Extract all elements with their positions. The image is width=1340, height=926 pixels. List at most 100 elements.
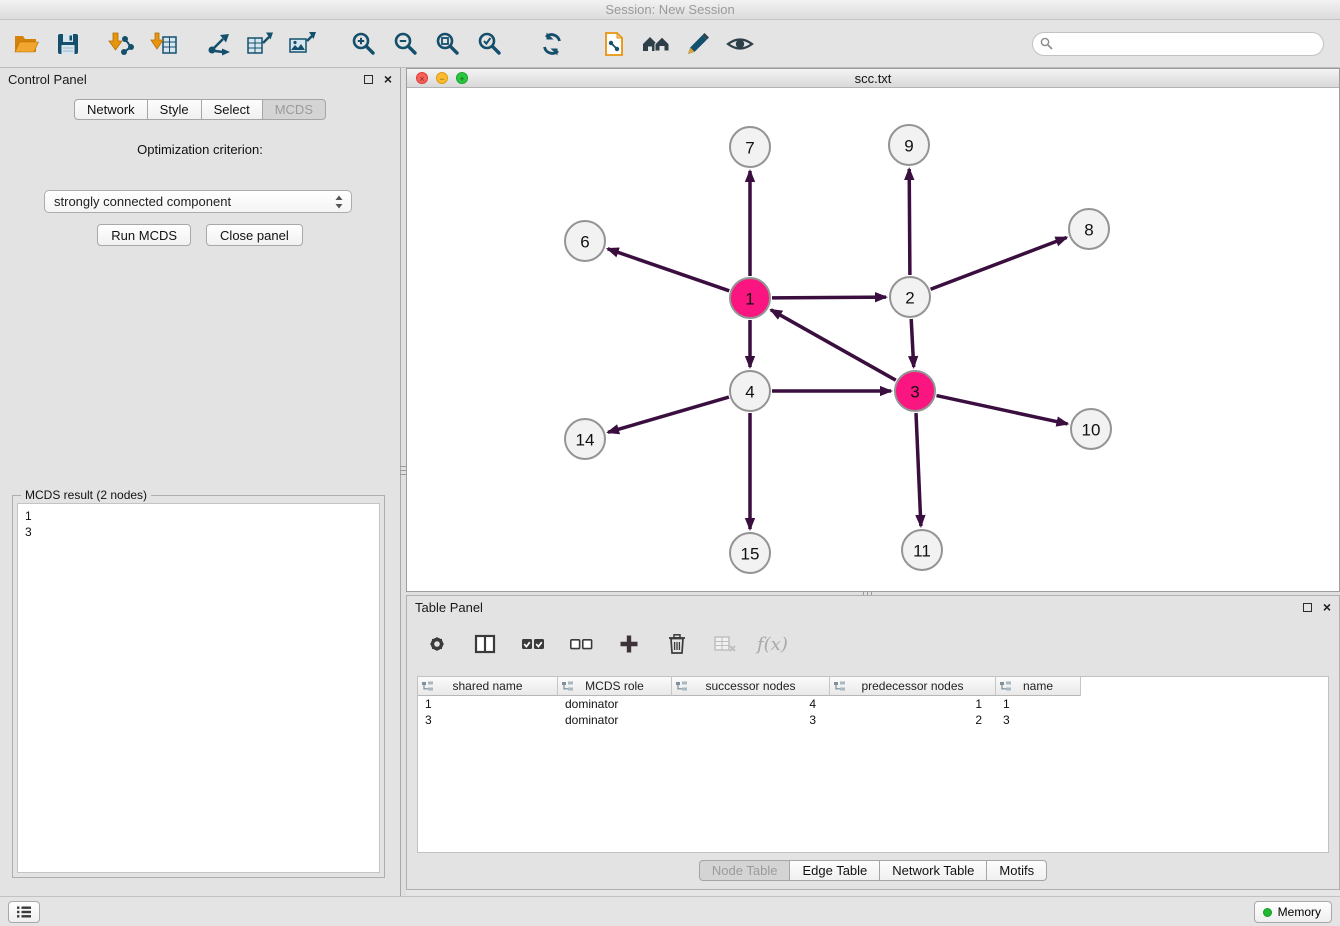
close-table-panel-icon[interactable]: × xyxy=(1323,600,1331,614)
new-network-from-selection-button[interactable] xyxy=(598,27,630,61)
search-input[interactable] xyxy=(1032,32,1324,56)
table-cell: dominator xyxy=(558,696,672,712)
tab-mcds[interactable]: MCDS xyxy=(263,99,326,120)
column-header-MCDS-role[interactable]: MCDS role xyxy=(558,677,672,696)
table-cell: 3 xyxy=(672,712,830,728)
graph-node-label-4: 4 xyxy=(745,383,754,402)
graph-edge-3-11[interactable] xyxy=(916,413,921,526)
tab-style[interactable]: Style xyxy=(148,99,202,120)
mcds-result-text[interactable]: 13 xyxy=(17,503,380,873)
task-history-button[interactable] xyxy=(8,901,40,923)
zoom-in-icon xyxy=(351,31,377,57)
table-body: 1dominator4113dominator323 xyxy=(418,696,1328,728)
save-session-button[interactable] xyxy=(52,27,84,61)
table-panel: Table Panel × xyxy=(406,595,1340,890)
column-header-label: name xyxy=(1023,679,1053,693)
close-panel-button[interactable]: Close panel xyxy=(206,224,303,246)
save-icon xyxy=(55,31,81,57)
zoom-fit-icon xyxy=(435,31,461,57)
select-arrows-icon xyxy=(334,194,344,210)
delete-table-disabled-icon xyxy=(712,632,738,656)
float-panel-icon[interactable] xyxy=(364,75,373,84)
show-graphics-details-button[interactable] xyxy=(724,27,756,61)
close-window-icon[interactable]: × xyxy=(416,72,428,84)
export-network-button[interactable] xyxy=(202,27,234,61)
table-row[interactable]: 3dominator323 xyxy=(418,712,1328,728)
import-table-button[interactable] xyxy=(148,27,180,61)
graph-edge-2-8[interactable] xyxy=(931,238,1067,290)
column-header-successor-nodes[interactable]: successor nodes xyxy=(672,677,830,696)
tab-node-table[interactable]: Node Table xyxy=(699,860,791,881)
column-header-label: shared name xyxy=(452,679,522,693)
create-column-button[interactable] xyxy=(613,627,645,661)
table-cell: 3 xyxy=(996,712,1081,728)
control-panel-title: Control Panel xyxy=(8,72,87,87)
table-panel-header: Table Panel × xyxy=(407,596,1339,620)
zoom-selected-button[interactable] xyxy=(474,27,506,61)
zoom-fit-button[interactable] xyxy=(432,27,464,61)
table-tabs: Node Table Edge Table Network Table Moti… xyxy=(407,860,1339,881)
open-folder-icon xyxy=(12,31,40,57)
maximize-window-icon[interactable]: + xyxy=(456,72,468,84)
column-type-icon xyxy=(676,681,687,695)
export-table-icon xyxy=(246,31,274,57)
tab-motifs[interactable]: Motifs xyxy=(987,860,1047,881)
graph-edge-1-6[interactable] xyxy=(608,249,730,291)
control-panel-tabs: Network Style Select MCDS xyxy=(0,99,400,120)
table-panel-title: Table Panel xyxy=(415,600,483,615)
tab-edge-table[interactable]: Edge Table xyxy=(790,860,880,881)
home-icon xyxy=(641,31,671,57)
graph-edge-2-3[interactable] xyxy=(911,319,914,367)
apply-layout-button[interactable] xyxy=(536,27,568,61)
graph-edge-3-10[interactable] xyxy=(937,396,1068,424)
network-view-window: × − + scc.txt 7968124314101511 xyxy=(406,68,1340,592)
import-network-button[interactable] xyxy=(106,27,138,61)
network-canvas[interactable]: 7968124314101511 xyxy=(407,88,1339,591)
tab-network[interactable]: Network xyxy=(74,99,148,120)
graph-node-label-6: 6 xyxy=(580,233,589,252)
network-window-titlebar[interactable]: × − + scc.txt xyxy=(407,69,1339,88)
column-header-shared-name[interactable]: shared name xyxy=(418,677,558,696)
open-session-button[interactable] xyxy=(10,27,42,61)
window-titlebar[interactable]: Session: New Session xyxy=(0,0,1340,20)
close-panel-icon[interactable]: × xyxy=(384,72,392,86)
graph-edge-3-1[interactable] xyxy=(771,310,896,380)
select-all-icon xyxy=(520,632,546,656)
search-icon xyxy=(1040,37,1053,50)
graph-edge-4-14[interactable] xyxy=(608,397,729,432)
table-cell: 1 xyxy=(996,696,1081,712)
float-table-panel-icon[interactable] xyxy=(1303,603,1312,612)
refresh-layout-icon xyxy=(539,31,565,57)
graph-node-label-9: 9 xyxy=(904,137,913,156)
run-mcds-button[interactable]: Run MCDS xyxy=(97,224,191,246)
first-neighbors-button[interactable] xyxy=(640,27,672,61)
delete-column-button[interactable] xyxy=(661,627,693,661)
memory-button[interactable]: Memory xyxy=(1254,901,1332,923)
graph-edge-1-2[interactable] xyxy=(772,297,886,298)
global-search xyxy=(1032,32,1324,56)
table-settings-button[interactable] xyxy=(421,627,453,661)
show-columns-button[interactable] xyxy=(469,627,501,661)
network-window-title: scc.txt xyxy=(855,71,892,86)
select-all-button[interactable] xyxy=(517,627,549,661)
table-cell: 1 xyxy=(418,696,558,712)
table-row[interactable]: 1dominator411 xyxy=(418,696,1328,712)
function-builder-button: f(x) xyxy=(757,634,788,655)
zoom-in-button[interactable] xyxy=(348,27,380,61)
tab-network-table[interactable]: Network Table xyxy=(880,860,987,881)
column-header-predecessor-nodes[interactable]: predecessor nodes xyxy=(830,677,996,696)
deselect-all-button[interactable] xyxy=(565,627,597,661)
graph-node-label-10: 10 xyxy=(1082,421,1101,440)
tab-select[interactable]: Select xyxy=(202,99,263,120)
minimize-window-icon[interactable]: − xyxy=(436,72,448,84)
table-header-row: shared name MCDS rolesuccessor nodesprede… xyxy=(418,677,1328,696)
zoom-out-button[interactable] xyxy=(390,27,422,61)
optimization-criterion-select[interactable]: strongly connected component xyxy=(44,190,352,213)
trash-icon xyxy=(665,632,689,656)
window-title: Session: New Session xyxy=(605,2,734,17)
graph-edge-2-9[interactable] xyxy=(909,169,910,275)
export-image-button[interactable] xyxy=(286,27,318,61)
export-table-button[interactable] xyxy=(244,27,276,61)
column-header-name[interactable]: name xyxy=(996,677,1081,696)
annotations-button[interactable] xyxy=(682,27,714,61)
